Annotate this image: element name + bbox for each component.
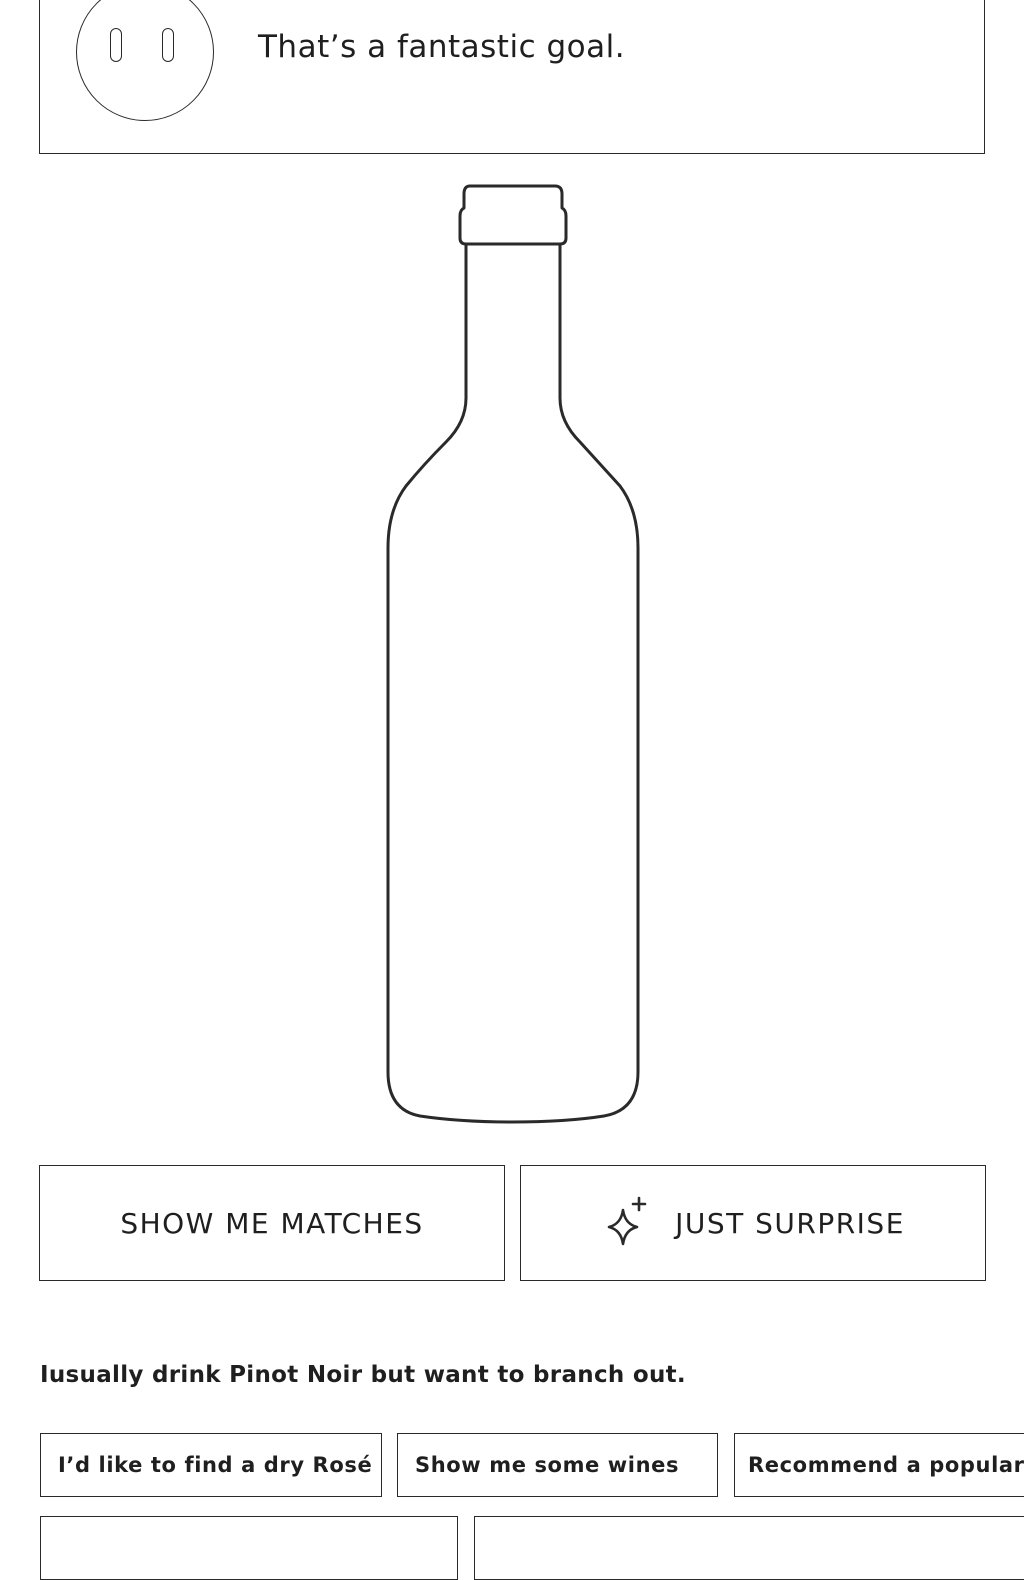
bottle-body [386,242,640,1124]
suggestion-chip-label: I’d like to find a dry Rosé [58,1453,373,1477]
suggestion-chip-show-wines[interactable]: Show me some wines [397,1433,718,1497]
suggestion-chip[interactable] [40,1516,458,1580]
sparkle-icon [607,1196,647,1246]
assistant-message-card: That’s a fantastic goal. [39,0,985,154]
user-message-text: Iusually drink Pinot Noir but want to br… [40,1362,686,1388]
suggestion-chip[interactable] [474,1516,1024,1580]
bottle-cap [458,184,568,246]
face-avatar-icon [76,0,214,121]
suggestion-chip-label: Recommend a popular [748,1453,1024,1477]
suggestion-chip-recommend-popular[interactable]: Recommend a popular [734,1433,1024,1497]
wine-bottle-icon [386,184,640,1124]
suggestion-chip-label: Show me some wines [415,1453,680,1477]
just-surprise-label: JUST SURPRISE [675,1206,905,1240]
assistant-message-text: That’s a fantastic goal. [258,29,626,65]
just-surprise-button[interactable]: JUST SURPRISE [520,1165,986,1281]
show-me-matches-button[interactable]: SHOW ME MATCHES [39,1165,505,1281]
avatar-left-eye [110,28,122,62]
show-me-matches-label: SHOW ME MATCHES [120,1206,424,1240]
avatar-right-eye [162,28,174,62]
suggestion-chip-dry-rose[interactable]: I’d like to find a dry Rosé [40,1433,382,1497]
